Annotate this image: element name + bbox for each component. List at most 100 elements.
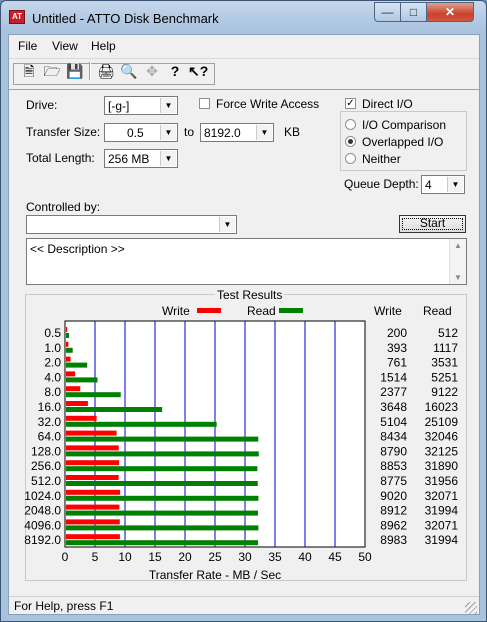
direct-io-label[interactable]: Direct I/O: [362, 97, 413, 111]
x-axis-label: Transfer Rate - MB / Sec: [149, 568, 281, 582]
read-column-header: Read: [423, 304, 452, 318]
start-button[interactable]: Start: [399, 215, 466, 233]
read-bar: [66, 377, 98, 383]
toolbar-separator: [89, 62, 91, 80]
print-preview-icon[interactable]: 🔍: [119, 62, 139, 80]
queue-depth-select[interactable]: 4 ▼: [421, 175, 465, 194]
description-box[interactable]: << Description >> ▲ ▼: [26, 238, 467, 285]
category-label: 32.0: [38, 415, 62, 429]
overlapped-io-radio[interactable]: [345, 136, 356, 147]
write-bar: [66, 415, 97, 421]
read-bar: [66, 540, 258, 546]
description-scrollbar[interactable]: ▲ ▼: [449, 239, 466, 284]
write-bar: [66, 386, 81, 392]
category-label: 128.0: [31, 444, 61, 458]
print-icon[interactable]: 🖨: [96, 62, 116, 80]
menu-view[interactable]: View: [52, 39, 78, 53]
category-label: 1.0: [44, 341, 61, 355]
queue-depth-value: 4: [425, 178, 432, 192]
legend-read-swatch: [279, 308, 303, 313]
chevron-down-icon[interactable]: ▼: [447, 177, 463, 192]
results-chart: Write Read Write Read 0.51.02.04.08.016.…: [24, 304, 459, 582]
status-text: For Help, press F1: [14, 599, 114, 613]
transfer-from-select[interactable]: 0.5 ▼: [104, 123, 178, 142]
close-icon: ✕: [444, 5, 456, 19]
x-tick-label: 0: [62, 550, 69, 564]
read-value: 25109: [425, 415, 459, 429]
help-icon[interactable]: ?: [165, 62, 185, 80]
force-write-checkbox[interactable]: [199, 98, 210, 109]
scroll-down-icon[interactable]: ▼: [450, 273, 466, 282]
unit-label: KB: [284, 125, 301, 139]
transfer-size-label: Transfer Size:: [26, 125, 101, 139]
controlled-by-select[interactable]: ▼: [26, 215, 237, 234]
description-text: << Description >>: [30, 242, 125, 256]
read-value: 32071: [425, 489, 459, 503]
direct-io-checkbox[interactable]: ✓: [345, 98, 356, 109]
chevron-down-icon[interactable]: ▼: [160, 98, 176, 113]
read-value: 32046: [425, 430, 459, 444]
transfer-to-select[interactable]: 8192.0 ▼: [200, 123, 274, 142]
x-tick-label: 40: [298, 550, 312, 564]
title-bar[interactable]: AT Untitled - ATTO Disk Benchmark — □ ✕: [1, 1, 486, 33]
read-bar: [66, 481, 258, 486]
read-value: 32125: [425, 444, 459, 458]
read-bar: [66, 525, 259, 531]
maximize-button[interactable]: □: [400, 2, 427, 22]
menu-help[interactable]: Help: [91, 39, 116, 53]
io-comparison-radio[interactable]: [345, 119, 356, 130]
write-bar: [66, 327, 68, 332]
legend-write-swatch: [197, 308, 221, 313]
read-value: 16023: [425, 400, 459, 414]
write-bar: [66, 356, 71, 362]
scroll-up-icon[interactable]: ▲: [450, 241, 466, 250]
chevron-down-icon[interactable]: ▼: [219, 217, 235, 232]
atto-app-icon[interactable]: AT: [9, 10, 25, 24]
open-icon[interactable]: 🗁: [42, 62, 62, 80]
save-icon[interactable]: 💾: [65, 62, 85, 80]
io-comparison-label[interactable]: I/O Comparison: [362, 118, 446, 132]
read-value: 3531: [431, 356, 458, 370]
chevron-down-icon[interactable]: ▼: [160, 151, 176, 166]
x-tick-label: 5: [92, 550, 99, 564]
new-icon[interactable]: 🗎: [19, 62, 39, 80]
total-length-value: 256 MB: [108, 152, 150, 166]
neither-label[interactable]: Neither: [362, 152, 401, 166]
x-tick-label: 20: [178, 550, 192, 564]
write-value: 8790: [380, 444, 407, 458]
chevron-down-icon[interactable]: ▼: [160, 125, 176, 140]
category-label: 8.0: [44, 385, 61, 399]
legend-write-label: Write: [162, 304, 190, 318]
close-button[interactable]: ✕: [426, 2, 474, 22]
read-bar: [66, 495, 259, 501]
status-bar: For Help, press F1: [9, 596, 479, 615]
transfer-to-value: 8192.0: [204, 126, 241, 140]
write-value: 8962: [380, 518, 407, 532]
write-bar: [66, 519, 120, 525]
read-bar: [66, 347, 73, 353]
x-tick-label: 15: [148, 550, 162, 564]
write-bar: [66, 430, 117, 436]
read-value: 512: [438, 326, 458, 340]
overlapped-io-label[interactable]: Overlapped I/O: [362, 135, 443, 149]
write-value: 761: [387, 356, 407, 370]
chevron-down-icon[interactable]: ▼: [256, 125, 272, 140]
neither-radio[interactable]: [345, 153, 356, 164]
read-bar: [66, 510, 258, 516]
drive-label: Drive:: [26, 98, 58, 112]
move-icon[interactable]: ✥: [142, 62, 162, 80]
x-tick-label: 35: [268, 550, 282, 564]
total-length-label: Total Length:: [26, 151, 95, 165]
write-value: 8434: [380, 430, 407, 444]
window-title: Untitled - ATTO Disk Benchmark: [32, 11, 219, 26]
menu-file[interactable]: File: [18, 39, 37, 53]
write-value: 8983: [380, 533, 407, 547]
total-length-select[interactable]: 256 MB ▼: [104, 149, 178, 168]
context-help-icon[interactable]: ↖?: [188, 62, 208, 80]
category-label: 0.5: [44, 326, 61, 340]
minimize-button[interactable]: —: [374, 2, 401, 22]
drive-select[interactable]: [-g-] ▼: [104, 96, 178, 115]
resize-grip-icon[interactable]: [465, 602, 477, 614]
force-write-label[interactable]: Force Write Access: [216, 97, 319, 111]
write-value: 3648: [380, 400, 407, 414]
